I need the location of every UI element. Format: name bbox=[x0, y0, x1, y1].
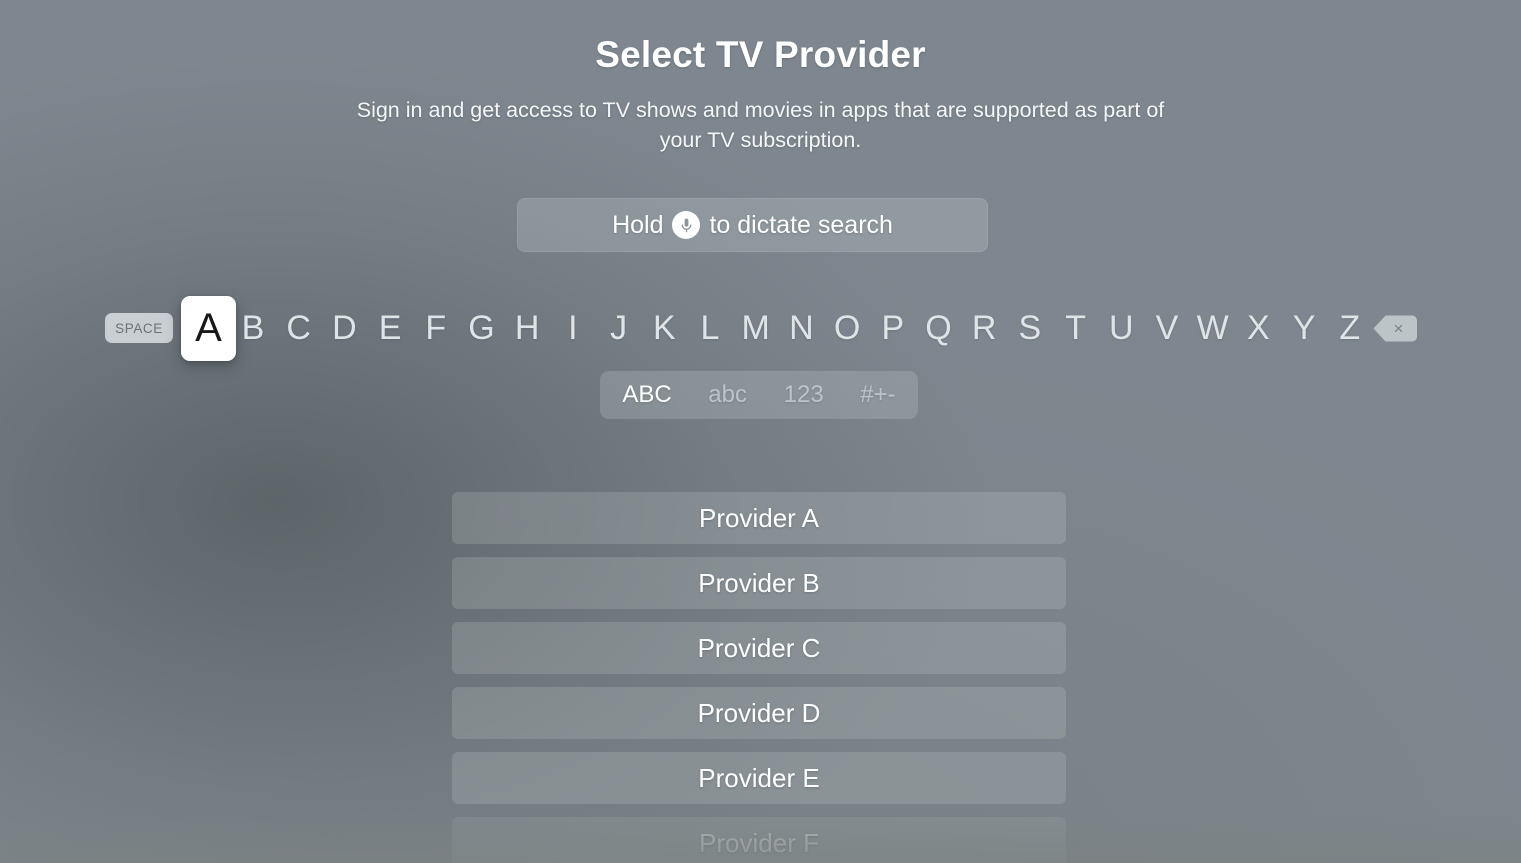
key-a-selected[interactable]: A bbox=[181, 292, 236, 364]
keyboard-row: SPACE A BCDEFGHIJKLMNOPQRSTUVWXYZ × bbox=[0, 292, 1521, 364]
search-suffix-label: to dictate search bbox=[709, 210, 893, 239]
page-title: Select TV Provider bbox=[595, 34, 926, 75]
key-y-label: Y bbox=[1292, 308, 1316, 347]
provider-row[interactable]: Provider E bbox=[452, 752, 1066, 804]
key-v-label: V bbox=[1155, 308, 1179, 347]
provider-row[interactable]: Provider C bbox=[452, 622, 1066, 674]
provider-name: Provider F bbox=[699, 827, 819, 858]
mode-option-[interactable]: #+- bbox=[854, 379, 901, 411]
key-y[interactable]: Y bbox=[1281, 292, 1327, 364]
key-i-label: I bbox=[568, 308, 578, 347]
key-r-label: R bbox=[971, 308, 997, 347]
provider-name: Provider D bbox=[697, 697, 821, 728]
key-x[interactable]: X bbox=[1235, 292, 1281, 364]
key-g-label: G bbox=[468, 308, 495, 347]
key-e-label: E bbox=[378, 308, 402, 347]
key-z[interactable]: Z bbox=[1327, 292, 1373, 364]
provider-list: Provider A Provider B Provider C Provider D… bbox=[452, 492, 1066, 863]
key-r[interactable]: R bbox=[961, 292, 1007, 364]
key-m-label: M bbox=[741, 308, 770, 347]
key-t-label: T bbox=[1065, 308, 1086, 347]
dictate-search-bar[interactable]: Hold to dictate search bbox=[517, 198, 988, 252]
key-b[interactable]: B bbox=[230, 292, 276, 364]
key-u-label: U bbox=[1109, 308, 1134, 347]
page-subtitle: Sign in and get access to TV shows and m… bbox=[356, 98, 1165, 152]
key-z-label: Z bbox=[1339, 308, 1361, 347]
delete-x-glyph: × bbox=[1393, 318, 1404, 338]
key-p-label: P bbox=[881, 308, 905, 347]
key-d[interactable]: D bbox=[321, 292, 367, 364]
backspace-delete-icon[interactable]: × bbox=[1372, 292, 1418, 364]
mode-option-abc[interactable]: ABC bbox=[616, 379, 677, 411]
search-prefix-label: Hold bbox=[612, 210, 664, 239]
provider-row[interactable]: Provider F bbox=[452, 817, 1066, 863]
mode-option-abc[interactable]: abc bbox=[702, 379, 753, 411]
key-t[interactable]: T bbox=[1053, 292, 1099, 364]
microphone-icon bbox=[672, 211, 701, 239]
key-j-label: J bbox=[610, 308, 628, 347]
key-h[interactable]: H bbox=[504, 292, 550, 364]
key-p[interactable]: P bbox=[870, 292, 916, 364]
key-x-label: X bbox=[1247, 308, 1270, 347]
key-l[interactable]: L bbox=[687, 292, 733, 364]
key-s[interactable]: S bbox=[1007, 292, 1053, 364]
provider-name: Provider B bbox=[698, 567, 820, 598]
key-j[interactable]: J bbox=[596, 292, 642, 364]
key-u[interactable]: U bbox=[1098, 292, 1144, 364]
provider-name: Provider A bbox=[699, 502, 819, 533]
key-w-label: W bbox=[1196, 308, 1229, 347]
key-k[interactable]: K bbox=[641, 292, 687, 364]
key-b-label: B bbox=[241, 308, 265, 347]
key-q-label: Q bbox=[925, 308, 952, 347]
provider-name: Provider E bbox=[698, 762, 820, 793]
mode-option-123[interactable]: 123 bbox=[778, 379, 830, 411]
key-c[interactable]: C bbox=[276, 292, 322, 364]
key-n[interactable]: N bbox=[778, 292, 824, 364]
provider-name: Provider C bbox=[697, 632, 821, 663]
key-q[interactable]: Q bbox=[916, 292, 962, 364]
key-w[interactable]: W bbox=[1190, 292, 1236, 364]
key-o-label: O bbox=[833, 308, 861, 347]
key-i[interactable]: I bbox=[550, 292, 596, 364]
provider-row[interactable]: Provider B bbox=[452, 557, 1066, 609]
keyboard-mode-selector[interactable]: ABC abc 123 #+- bbox=[600, 371, 918, 419]
key-g[interactable]: G bbox=[459, 292, 505, 364]
key-l-label: L bbox=[700, 308, 720, 347]
key-f[interactable]: F bbox=[413, 292, 459, 364]
key-h-label: H bbox=[514, 308, 540, 347]
key-k-label: K bbox=[652, 308, 676, 347]
key-e[interactable]: E bbox=[367, 292, 413, 364]
key-o[interactable]: O bbox=[824, 292, 870, 364]
key-space-label: SPACE bbox=[105, 313, 173, 343]
key-f-label: F bbox=[425, 308, 447, 347]
key-a-label: A bbox=[181, 295, 236, 361]
provider-row[interactable]: Provider D bbox=[452, 687, 1066, 739]
key-n-label: N bbox=[789, 308, 814, 347]
key-d-label: D bbox=[332, 308, 357, 347]
provider-row[interactable]: Provider A bbox=[452, 492, 1066, 544]
key-v[interactable]: V bbox=[1144, 292, 1190, 364]
key-c-label: C bbox=[286, 308, 311, 347]
key-space[interactable]: SPACE bbox=[105, 292, 173, 364]
select-tv-provider-screen: Select TV Provider Sign in and get acces… bbox=[0, 0, 1521, 863]
key-m[interactable]: M bbox=[733, 292, 779, 364]
key-s-label: S bbox=[1018, 308, 1042, 347]
